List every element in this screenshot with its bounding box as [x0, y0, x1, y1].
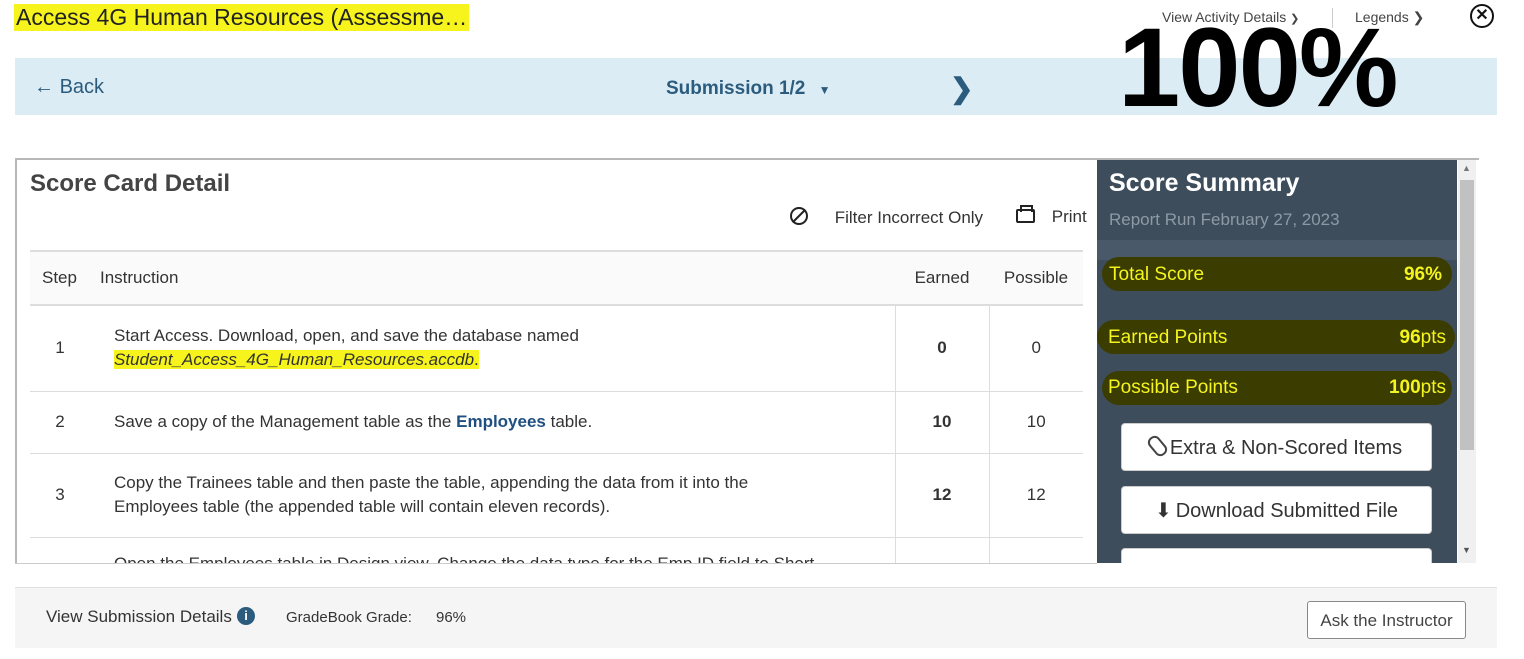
- earned-cell: [894, 537, 989, 563]
- caret-down-icon: ▼: [818, 83, 831, 97]
- download-label: Download Submitted File: [1175, 500, 1399, 522]
- step-number: [30, 537, 90, 563]
- report-run-date: Report Run February 27, 2023: [1109, 210, 1340, 229]
- scroll-up-icon[interactable]: ▲: [1462, 163, 1471, 173]
- instruction-text: Save a copy of the Management table as t…: [114, 412, 457, 431]
- possible-points-unit: pts: [1420, 377, 1446, 398]
- summary-title: Score Summary: [1109, 169, 1300, 197]
- close-icon[interactable]: ✕: [1470, 4, 1494, 28]
- table-row: 3 Copy the Trainees table and then paste…: [30, 453, 1083, 538]
- possible-cell: 10: [988, 391, 1083, 454]
- submission-label: Submission 1/2: [666, 78, 806, 99]
- col-possible: Possible: [989, 250, 1083, 306]
- earned-points-label: Earned Points: [1108, 327, 1228, 348]
- col-instruction: Instruction: [90, 250, 895, 306]
- submission-selector[interactable]: Submission 1/2 ▼: [666, 78, 831, 100]
- no-symbol-icon: [790, 207, 808, 225]
- earned-points-number: 96: [1399, 327, 1421, 348]
- page-title: Access 4G Human Resources (Assessme…: [14, 4, 470, 31]
- scroll-down-icon[interactable]: ▼: [1462, 545, 1471, 555]
- panel-border-bottom: [15, 563, 1097, 564]
- step-number: 2: [30, 391, 90, 454]
- instruction-text: Copy the Trainees table and then paste t…: [114, 473, 749, 492]
- instruction-text: Start Access. Download, open, and save t…: [114, 326, 579, 346]
- chevron-down-icon: ❯: [1412, 9, 1425, 25]
- instruction-cell: Start Access. Download, open, and save t…: [90, 305, 895, 392]
- scorecard-table: Step Instruction Earned Possible 1 Start…: [30, 250, 1083, 563]
- filter-incorrect-button[interactable]: Filter Incorrect Only: [790, 207, 983, 228]
- instruction-text: Employees table (the appended table will…: [114, 497, 611, 516]
- download-icon: ⬇: [1154, 500, 1172, 522]
- instruction-text: Open the Employees table in Design view.…: [114, 553, 815, 564]
- table-header-row: Step Instruction Earned Possible: [30, 250, 1083, 306]
- panel-border-left: [15, 158, 17, 564]
- gradebook-value: 96%: [436, 609, 467, 626]
- scrollbar-thumb[interactable]: [1460, 180, 1474, 450]
- possible-points-value: 100pts: [1326, 377, 1446, 399]
- filter-label: Filter Incorrect Only: [834, 208, 984, 227]
- earned-cell: 12: [894, 453, 989, 538]
- next-submission-button[interactable]: ❯: [950, 72, 973, 105]
- table-row: Open the Employees table in Design view.…: [30, 537, 1083, 563]
- total-score-label: Total Score: [1109, 264, 1205, 285]
- table-row: 2 Save a copy of the Management table as…: [30, 391, 1083, 454]
- earned-points-value: 96pts: [1326, 327, 1447, 349]
- possible-points-label: Possible Points: [1108, 377, 1238, 398]
- ask-instructor-button[interactable]: Ask the Instructor: [1307, 601, 1466, 639]
- print-button[interactable]: Print: [1016, 205, 1087, 227]
- back-button[interactable]: ← Back: [34, 76, 104, 99]
- step-number: 1: [30, 305, 90, 392]
- col-earned: Earned: [895, 250, 989, 306]
- extra-non-scored-button[interactable]: Extra & Non-Scored Items: [1121, 423, 1432, 471]
- step-number: 3: [30, 453, 90, 538]
- printer-icon: [1016, 205, 1035, 223]
- earned-cell: 10: [894, 391, 989, 454]
- instruction-text: table.: [545, 412, 593, 431]
- extra-label: Extra & Non-Scored Items: [1169, 437, 1403, 459]
- info-icon[interactable]: i: [237, 607, 255, 625]
- earned-cell: 0: [894, 305, 989, 392]
- instruction-cell: Copy the Trainees table and then paste t…: [90, 453, 895, 538]
- paperclip-icon: [1145, 433, 1170, 459]
- instruction-cell: Save a copy of the Management table as t…: [90, 391, 895, 454]
- total-score-value: 96%: [1403, 264, 1442, 285]
- summary-button-partial[interactable]: [1121, 548, 1432, 563]
- table-row: 1 Start Access. Download, open, and save…: [30, 305, 1083, 392]
- print-label: Print: [1051, 207, 1087, 226]
- view-submission-details-link[interactable]: View Submission Details: [46, 607, 232, 627]
- instruction-cell: Open the Employees table in Design view.…: [90, 537, 895, 563]
- instruction-emphasis: Employees: [456, 412, 546, 431]
- earned-points-unit: pts: [1420, 327, 1446, 348]
- col-step: Step: [30, 250, 90, 306]
- download-file-button[interactable]: ⬇ Download Submitted File: [1121, 486, 1432, 534]
- arrow-left-icon: ←: [34, 76, 54, 98]
- possible-points-number: 100: [1388, 377, 1421, 398]
- score-overlay: 100%: [1118, 5, 1398, 130]
- file-name: Student_Access_4G_Human_Resources.accdb: [114, 350, 475, 370]
- gradebook-label: GradeBook Grade:: [286, 609, 412, 626]
- possible-cell: 12: [988, 453, 1083, 538]
- back-label: Back: [59, 76, 105, 98]
- scorecard-title: Score Card Detail: [30, 170, 231, 197]
- scorecard-table-viewport[interactable]: Step Instruction Earned Possible 1 Start…: [30, 250, 1083, 563]
- possible-cell: 0: [988, 305, 1083, 392]
- possible-cell: [988, 537, 1083, 563]
